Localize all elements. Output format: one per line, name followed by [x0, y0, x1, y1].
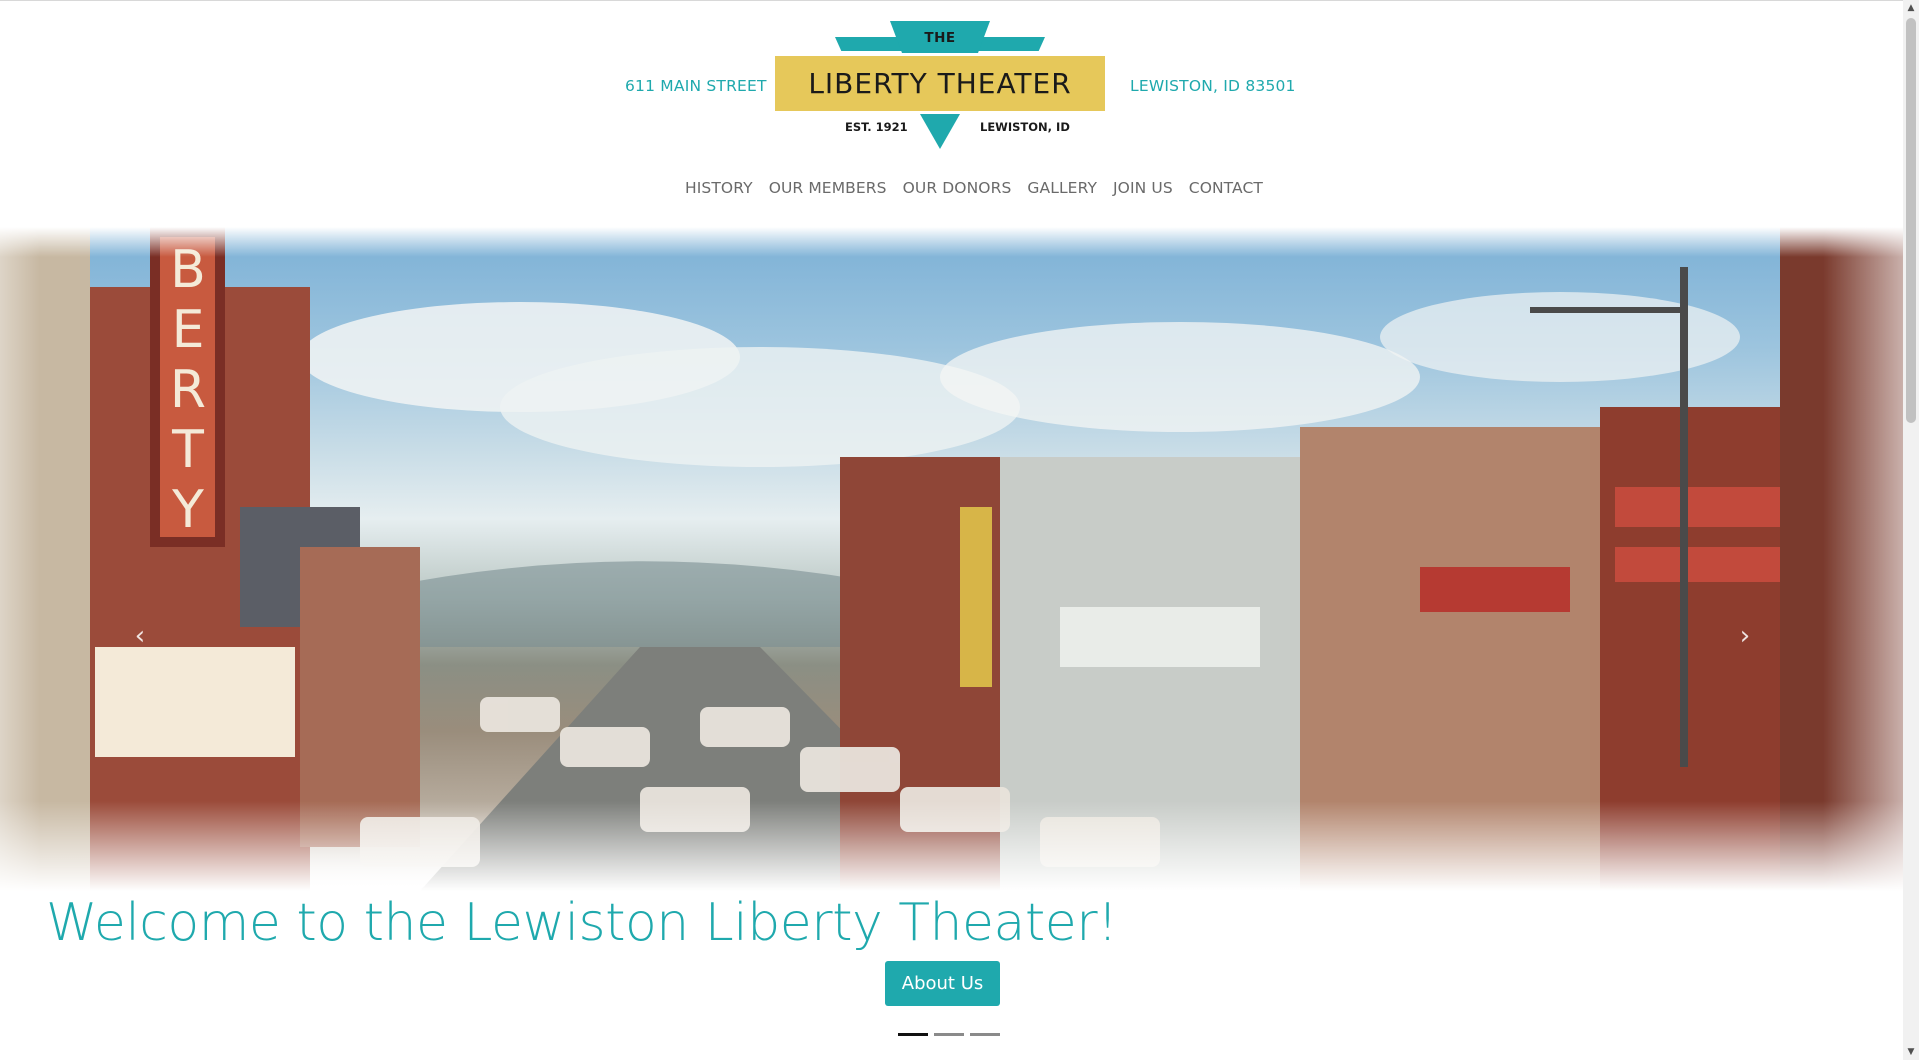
address-street: 611 MAIN STREET [625, 77, 767, 95]
scroll-down-arrow-icon[interactable]: ▼ [1903, 1044, 1919, 1060]
scrollbar-thumb[interactable] [1906, 18, 1916, 423]
carousel-indicator-3[interactable] [970, 1033, 1000, 1036]
vertical-scrollbar[interactable]: ▲ ▼ [1903, 0, 1919, 1060]
nav-item-contact[interactable]: CONTACT [1189, 179, 1263, 197]
nav-item-our-members[interactable]: OUR MEMBERS [769, 179, 887, 197]
page: 611 MAIN STREET THE LIBERTY THEATER EST.… [0, 0, 1903, 1060]
site-logo[interactable]: THE LIBERTY THEATER EST. 1921 LEWISTON, … [775, 21, 1105, 151]
logo-triangle [920, 114, 960, 149]
carousel-fade-top [0, 227, 1903, 257]
svg-text:T: T [171, 420, 204, 480]
carousel-indicators [898, 1033, 1000, 1036]
carousel-next-button[interactable]: › [1725, 611, 1765, 661]
logo-est: EST. 1921 [845, 120, 908, 134]
hero-headline: Welcome to the Lewiston Liberty Theater! [46, 893, 1118, 953]
hero-carousel: B E R T Y [0, 227, 1903, 891]
carousel-fade-right [1823, 227, 1903, 891]
logo-the-text: THE [924, 30, 956, 46]
main-street-illustration: B E R T Y [0, 227, 1903, 891]
svg-text:R: R [170, 360, 206, 420]
chevron-right-icon: › [1739, 621, 1751, 651]
main-nav: HISTORY OUR MEMBERS OUR DONORS GALLERY J… [0, 179, 1903, 197]
main-nav-list: HISTORY OUR MEMBERS OUR DONORS GALLERY J… [685, 179, 1263, 197]
carousel-fade-bottom [0, 801, 1903, 891]
nav-item-history[interactable]: HISTORY [685, 179, 753, 197]
carousel-prev-button[interactable]: ‹ [120, 611, 160, 661]
carousel-indicator-2[interactable] [934, 1033, 964, 1036]
scroll-up-arrow-icon[interactable]: ▲ [1903, 0, 1919, 16]
logo-title: LIBERTY THEATER [808, 67, 1072, 100]
address-city: LEWISTON, ID 83501 [1130, 77, 1296, 95]
nav-item-join-us[interactable]: JOIN US [1113, 179, 1173, 197]
nav-item-gallery[interactable]: GALLERY [1027, 179, 1097, 197]
logo-location: LEWISTON, ID [980, 120, 1070, 134]
nav-item-our-donors[interactable]: OUR DONORS [903, 179, 1012, 197]
about-us-button[interactable]: About Us [885, 961, 1000, 1006]
logo-plate: LIBERTY THEATER [775, 56, 1105, 111]
svg-text:Y: Y [171, 480, 204, 540]
svg-text:E: E [172, 300, 205, 360]
chevron-left-icon: ‹ [134, 621, 146, 651]
carousel-fade-left [0, 227, 40, 891]
logo-top-box: THE [890, 21, 990, 53]
carousel-slide-image: B E R T Y [0, 227, 1903, 891]
carousel-indicator-1[interactable] [898, 1033, 928, 1036]
